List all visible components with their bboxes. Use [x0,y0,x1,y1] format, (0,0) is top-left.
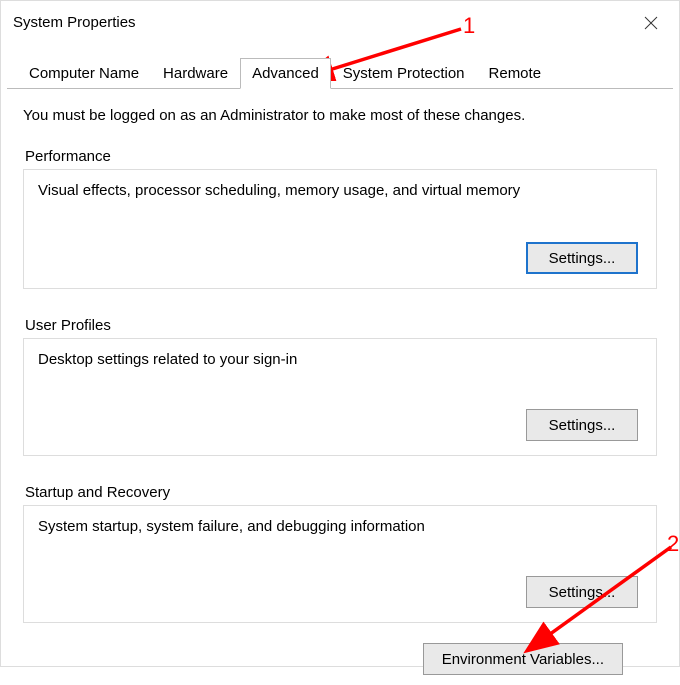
group-user-profiles-desc: Desktop settings related to your sign-in [38,351,642,368]
group-performance-box: Visual effects, processor scheduling, me… [23,169,657,289]
group-user-profiles-label: User Profiles [23,317,657,334]
user-profiles-settings-button[interactable]: Settings... [526,409,638,441]
tab-system-protection[interactable]: System Protection [331,58,477,88]
tab-advanced[interactable]: Advanced [240,58,331,89]
group-user-profiles-box: Desktop settings related to your sign-in… [23,338,657,456]
tab-hardware[interactable]: Hardware [151,58,240,88]
tab-computer-name[interactable]: Computer Name [17,58,151,88]
environment-variables-row: Environment Variables... [23,643,657,675]
group-performance-desc: Visual effects, processor scheduling, me… [38,182,642,199]
intro-text: You must be logged on as an Administrato… [23,107,657,124]
performance-settings-button[interactable]: Settings... [526,242,638,274]
group-performance-label: Performance [23,148,657,165]
group-performance: Performance Visual effects, processor sc… [23,148,657,289]
environment-variables-button[interactable]: Environment Variables... [423,643,623,675]
window-title: System Properties [13,14,136,31]
title-bar: System Properties [1,1,679,43]
tab-remote[interactable]: Remote [477,58,554,88]
group-startup-recovery-desc: System startup, system failure, and debu… [38,518,642,535]
group-startup-recovery: Startup and Recovery System startup, sys… [23,484,657,623]
group-user-profiles: User Profiles Desktop settings related t… [23,317,657,456]
tab-panel-advanced: You must be logged on as an Administrato… [1,89,679,685]
group-startup-recovery-box: System startup, system failure, and debu… [23,505,657,623]
close-button[interactable] [637,9,665,37]
close-icon [644,16,658,30]
startup-recovery-settings-button[interactable]: Settings... [526,576,638,608]
tab-strip: Computer Name Hardware Advanced System P… [7,57,673,89]
system-properties-window: System Properties Computer Name Hardware… [0,0,680,667]
group-startup-recovery-label: Startup and Recovery [23,484,657,501]
